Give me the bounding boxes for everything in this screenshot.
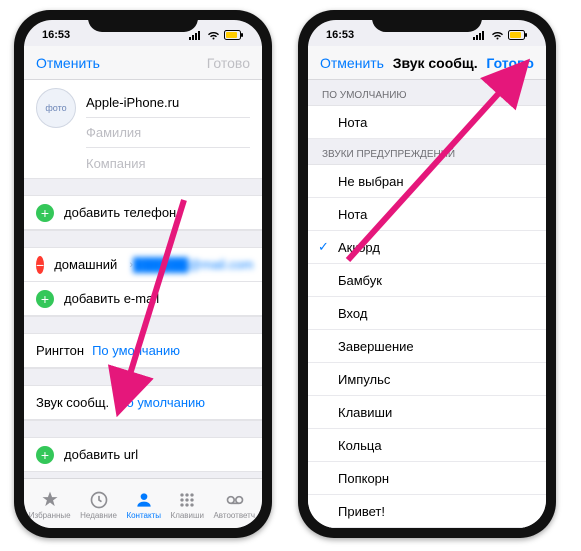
minus-icon: −	[36, 256, 44, 274]
ringtone-row[interactable]: Рингтон По умолчанию	[24, 334, 262, 368]
group-header-default: ПО УМОЛЧАНИЮ	[308, 80, 546, 106]
tab-label: Недавние	[80, 511, 117, 520]
list-item-label: Клавиши	[338, 405, 392, 420]
signal-icon	[473, 31, 487, 40]
text-tone-label: Звук сообщ.	[36, 395, 109, 410]
tab-bar: Избранные Недавние Контакты Клавиши Авто…	[24, 478, 262, 528]
tab-label: Контакты	[126, 511, 161, 520]
sound-list-content: ПО УМОЛЧАНИЮ Нота ЗВУКИ ПРЕДУПРЕЖДЕНИЙ Н…	[308, 80, 546, 528]
tab-label: Избранные	[29, 511, 71, 520]
status-right	[473, 30, 528, 40]
wifi-icon	[491, 31, 504, 40]
add-phone-label: добавить телефон	[64, 205, 176, 220]
list-item[interactable]: Завершение	[308, 330, 546, 363]
email-value: ██████@mail.com	[133, 257, 253, 272]
photo-label: фото	[45, 103, 66, 113]
ringtone-label: Рингтон	[36, 343, 84, 358]
star-icon	[40, 490, 60, 510]
first-name-field[interactable]: Apple-iPhone.ru	[86, 88, 250, 118]
battery-icon	[224, 30, 244, 40]
clock-icon	[89, 490, 109, 510]
list-item-label: Вход	[338, 306, 367, 321]
done-button: Готово	[207, 55, 250, 71]
notch	[88, 10, 198, 32]
list-item[interactable]: ✓ Аккорд	[308, 231, 546, 264]
add-email-row[interactable]: + добавить e-mail	[24, 282, 262, 316]
add-url-row[interactable]: + добавить url	[24, 438, 262, 472]
list-item[interactable]: Клавиши	[308, 396, 546, 429]
add-url-label: добавить url	[64, 447, 138, 462]
text-tone-row[interactable]: Звук сообщ. По умолчанию	[24, 386, 262, 420]
list-item[interactable]: Нота	[308, 106, 546, 139]
signal-icon	[189, 31, 203, 40]
tab-favorites[interactable]: Избранные	[29, 490, 71, 520]
plus-icon: +	[36, 446, 54, 464]
company-field[interactable]: Компания	[86, 148, 250, 178]
list-item-label: Завершение	[338, 339, 414, 354]
cancel-button[interactable]: Отменить	[320, 55, 384, 71]
keypad-icon	[177, 490, 197, 510]
status-right	[189, 30, 244, 40]
wifi-icon	[207, 31, 220, 40]
surname-field[interactable]: Фамилия	[86, 118, 250, 148]
email-row[interactable]: − домашний › ██████@mail.com	[24, 248, 262, 282]
list-item[interactable]: Вход	[308, 297, 546, 330]
cancel-button[interactable]: Отменить	[36, 55, 100, 71]
group-header-alerts: ЗВУКИ ПРЕДУПРЕЖДЕНИЙ	[308, 139, 546, 165]
notch	[372, 10, 482, 32]
first-name-value: Apple-iPhone.ru	[86, 95, 179, 110]
done-button[interactable]: Готово	[486, 55, 534, 71]
checkmark-icon: ✓	[318, 239, 329, 255]
list-item[interactable]: Не выбран	[308, 165, 546, 198]
list-item[interactable]: Импульс	[308, 363, 546, 396]
edit-contact-content: фото Apple-iPhone.ru Фамилия Компания + …	[24, 80, 262, 478]
nav-title: Звук сообщ.	[393, 55, 478, 71]
status-time: 16:53	[326, 29, 354, 41]
contact-photo-button[interactable]: фото	[36, 88, 76, 128]
voicemail-icon	[225, 490, 245, 510]
tab-label: Автоответч.	[213, 511, 257, 520]
company-placeholder: Компания	[86, 156, 146, 171]
plus-icon: +	[36, 204, 54, 222]
add-email-label: добавить e-mail	[64, 291, 159, 306]
phone-right: 16:53 Отменить Звук сообщ. Готово ПО УМО…	[298, 10, 556, 538]
add-phone-row[interactable]: + добавить телефон	[24, 196, 262, 230]
tab-voicemail[interactable]: Автоответч.	[213, 490, 257, 520]
list-item-label: Попкорн	[338, 471, 389, 486]
text-tone-value: По умолчанию	[117, 395, 205, 410]
navbar: Отменить Звук сообщ. Готово	[308, 46, 546, 80]
list-item-label: Бамбук	[338, 273, 382, 288]
list-item-label: Не выбран	[338, 174, 404, 189]
ringtone-value: По умолчанию	[92, 343, 180, 358]
tab-contacts[interactable]: Контакты	[126, 490, 161, 520]
tab-recents[interactable]: Недавние	[80, 490, 117, 520]
battery-icon	[508, 30, 528, 40]
navbar: Отменить Готово	[24, 46, 262, 80]
list-item-label: Аккорд	[338, 240, 380, 255]
list-item[interactable]: Бамбук	[308, 264, 546, 297]
surname-placeholder: Фамилия	[86, 125, 141, 140]
list-item-label: Кольца	[338, 438, 382, 453]
contacts-icon	[134, 490, 154, 510]
email-type-label: домашний	[54, 257, 117, 272]
list-item-label: Привет!	[338, 504, 385, 519]
list-item-label: Нота	[338, 207, 367, 222]
list-item-label: Нота	[338, 115, 367, 130]
list-item-label: Импульс	[338, 372, 390, 387]
tab-label: Клавиши	[171, 511, 204, 520]
list-item[interactable]: Привет!	[308, 495, 546, 528]
plus-icon: +	[36, 290, 54, 308]
status-time: 16:53	[42, 29, 70, 41]
tab-keypad[interactable]: Клавиши	[171, 490, 204, 520]
list-item[interactable]: Кольца	[308, 429, 546, 462]
list-item[interactable]: Нота	[308, 198, 546, 231]
list-item[interactable]: Попкорн	[308, 462, 546, 495]
phone-left: 16:53 Отменить Готово фото Apple-iPhone.…	[14, 10, 272, 538]
